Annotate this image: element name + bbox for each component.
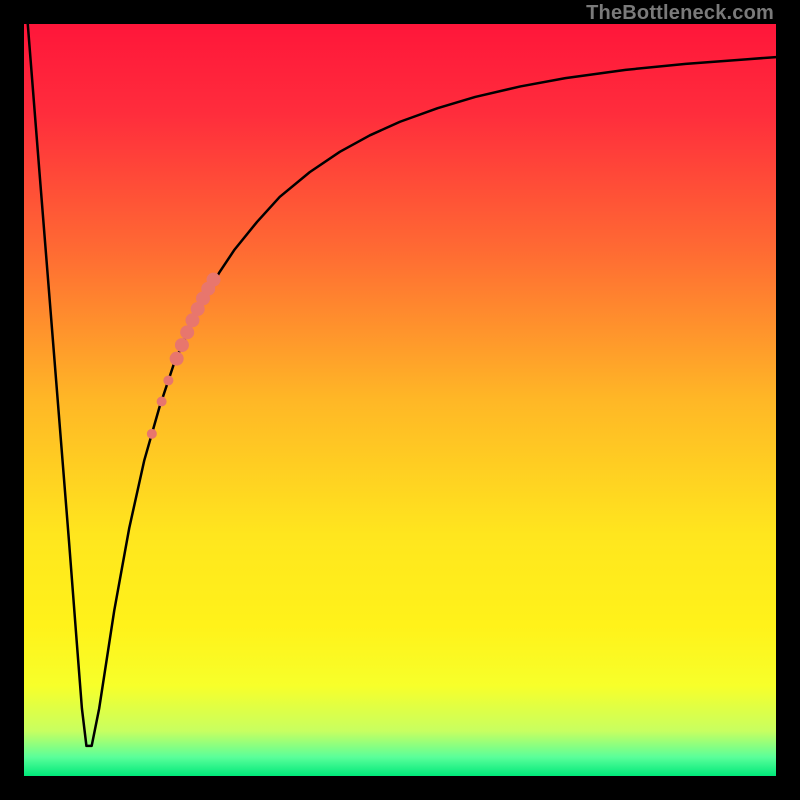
data-marker [147,429,157,439]
data-marker [175,338,189,352]
data-marker [180,325,194,339]
data-marker [163,375,173,385]
chart-svg [24,24,776,776]
data-marker [207,273,221,287]
chart-outer-frame: TheBottleneck.com [0,0,800,800]
watermark-text: TheBottleneck.com [586,2,774,25]
data-marker [157,397,167,407]
gradient-background [24,24,776,776]
data-marker [170,352,184,366]
chart-plot-area [24,24,776,776]
